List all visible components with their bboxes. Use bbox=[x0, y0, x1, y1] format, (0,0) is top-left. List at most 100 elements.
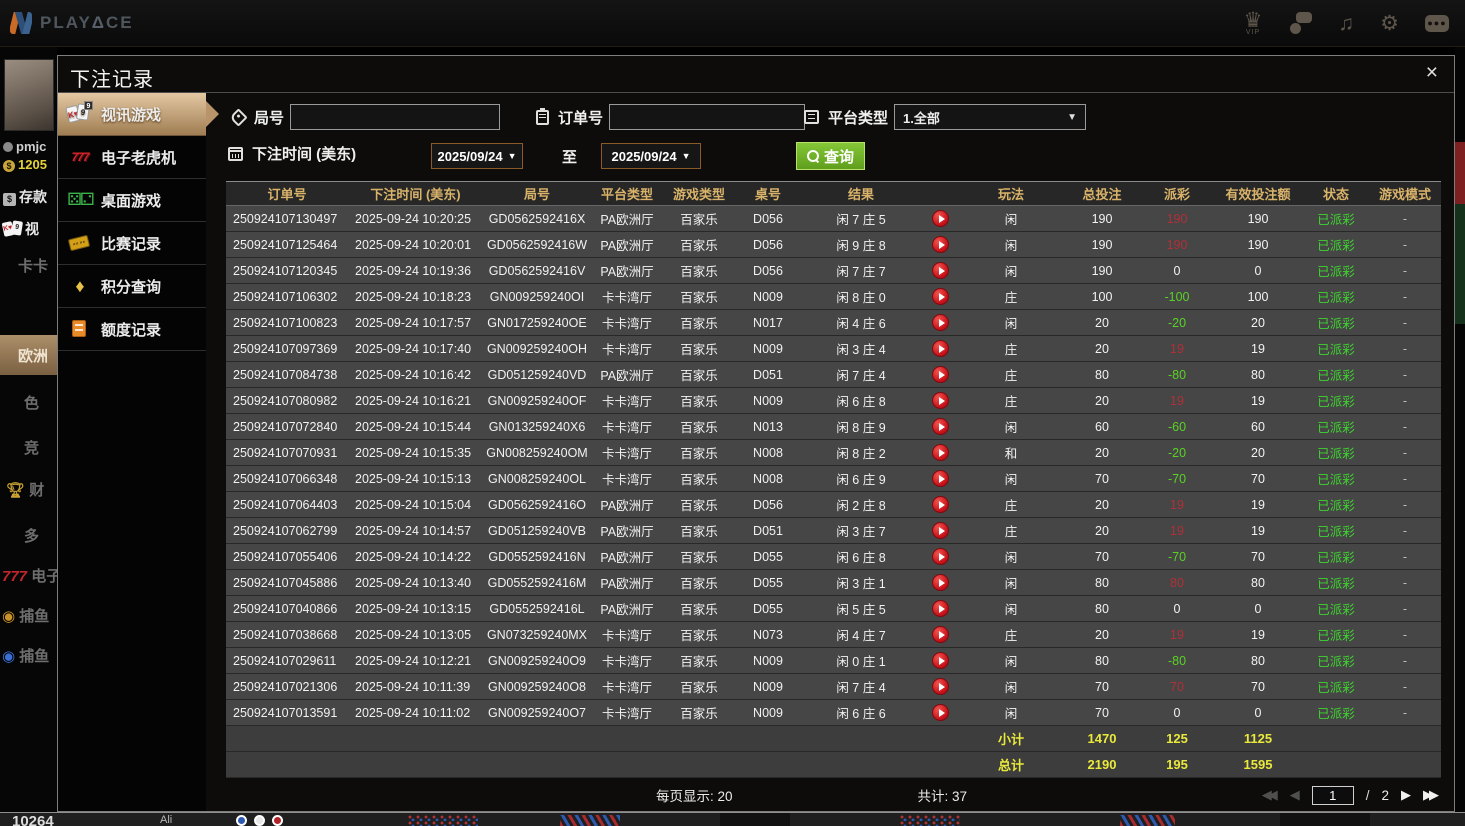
cell-platform: 卡卡湾厅 bbox=[591, 647, 663, 674]
menu-item-quota-records[interactable]: 额度记录 bbox=[58, 308, 206, 351]
table-thumb bbox=[720, 813, 790, 826]
bet-time-filter-label: 下注时间 (美东) bbox=[228, 143, 356, 164]
video-play-icon[interactable] bbox=[931, 652, 949, 669]
cell-platform: PA欧洲厅 bbox=[591, 569, 663, 596]
video-play-icon[interactable] bbox=[931, 470, 949, 487]
date-to-select[interactable]: 2025/09/24 ▼ bbox=[601, 143, 701, 169]
close-icon[interactable]: × bbox=[1426, 62, 1438, 83]
cell-video[interactable] bbox=[921, 231, 959, 258]
video-play-icon[interactable] bbox=[931, 600, 949, 617]
sidebar-item-fishing-gold[interactable]: ◉ 捕鱼 bbox=[2, 605, 49, 626]
order-input[interactable] bbox=[609, 104, 806, 130]
last-page-button[interactable]: ▶▶ bbox=[1423, 787, 1439, 803]
cell-result: 闲 6 庄 6 bbox=[801, 699, 921, 726]
date-from-select[interactable]: 2025/09/24 ▼ bbox=[431, 143, 523, 169]
sidebar-item-europe[interactable]: 欧洲 bbox=[18, 345, 48, 366]
video-play-icon[interactable] bbox=[931, 678, 949, 695]
video-play-icon[interactable] bbox=[931, 288, 949, 305]
video-play-icon[interactable] bbox=[931, 340, 949, 357]
video-play-icon[interactable] bbox=[931, 262, 949, 279]
cell-game-type: 百家乐 bbox=[663, 673, 735, 700]
menu-item-table-games[interactable]: ⚄⚁ 桌面游戏 bbox=[58, 179, 206, 222]
menu-item-match-records[interactable]: 比赛记录 bbox=[58, 222, 206, 265]
prev-page-button[interactable]: ◀ bbox=[1290, 787, 1300, 803]
sidebar-item-trophy[interactable]: 🏆︎ 财 bbox=[6, 479, 44, 500]
sidebar-item-duo[interactable]: 多 bbox=[24, 525, 39, 546]
grand-total-valid-bet: 1595 bbox=[1213, 751, 1303, 778]
video-play-icon[interactable] bbox=[931, 366, 949, 383]
cell-bet-time: 2025-09-24 10:13:15 bbox=[348, 595, 483, 622]
deposit-button[interactable]: $ 存款 bbox=[3, 187, 47, 207]
table-row: 250924107100823 2025-09-24 10:17:57 GN0172… bbox=[226, 309, 1441, 336]
round-input[interactable] bbox=[290, 104, 501, 130]
cell-video[interactable] bbox=[921, 543, 959, 570]
cell-payout: -80 bbox=[1141, 361, 1213, 388]
cell-video[interactable] bbox=[921, 517, 959, 544]
sidebar-item-video[interactable]: K♥ 9 视 bbox=[1, 219, 39, 239]
cell-video[interactable] bbox=[921, 283, 959, 310]
cell-video[interactable] bbox=[921, 699, 959, 726]
cell-video[interactable] bbox=[921, 413, 959, 440]
platform-select[interactable]: 1.全部 ▼ bbox=[894, 104, 1087, 130]
video-play-icon[interactable] bbox=[931, 522, 949, 539]
video-play-icon[interactable] bbox=[931, 574, 949, 591]
next-page-button[interactable]: ▶ bbox=[1401, 787, 1411, 803]
cell-table-no: D056 bbox=[735, 491, 801, 518]
video-play-icon[interactable] bbox=[931, 236, 949, 253]
first-page-button[interactable]: ◀◀ bbox=[1262, 787, 1278, 803]
video-play-icon[interactable] bbox=[931, 496, 949, 513]
video-play-icon[interactable] bbox=[931, 314, 949, 331]
sidebar-item-se[interactable]: 色 bbox=[24, 392, 39, 413]
cell-result: 闲 4 庄 6 bbox=[801, 309, 921, 336]
cell-video[interactable] bbox=[921, 205, 959, 232]
cell-video[interactable] bbox=[921, 647, 959, 674]
chat-messages-icon[interactable]: ●●● bbox=[1425, 14, 1449, 32]
page-number-input[interactable]: 1 bbox=[1311, 785, 1354, 805]
cell-video[interactable] bbox=[921, 361, 959, 388]
sidebar-item-slots[interactable]: 777 电子 bbox=[2, 565, 57, 586]
customer-service-icon[interactable] bbox=[1288, 12, 1313, 34]
menu-item-slots[interactable]: 777 电子老虎机 bbox=[58, 136, 206, 179]
cell-video[interactable] bbox=[921, 491, 959, 518]
video-play-icon[interactable] bbox=[931, 626, 949, 643]
sidebar-item-jing[interactable]: 竞 bbox=[24, 437, 39, 458]
cell-payout: 19 bbox=[1141, 335, 1213, 362]
cell-round-id: GN013259240X6 bbox=[483, 413, 591, 440]
cell-game-type: 百家乐 bbox=[663, 231, 735, 258]
video-play-icon[interactable] bbox=[931, 418, 949, 435]
user-avatar[interactable] bbox=[4, 59, 54, 131]
cell-video[interactable] bbox=[921, 335, 959, 362]
cell-table-no: D055 bbox=[735, 569, 801, 596]
menu-item-points-query[interactable]: ♦ 积分查询 bbox=[58, 265, 206, 308]
cell-video[interactable] bbox=[921, 465, 959, 492]
menu-item-video-games[interactable]: K♥ 9 9 视讯游戏 bbox=[58, 93, 219, 136]
music-icon[interactable]: ♫ bbox=[1338, 13, 1354, 34]
cell-video[interactable] bbox=[921, 257, 959, 284]
sidebar-item-kaka[interactable]: 卡卡 bbox=[18, 255, 48, 276]
cell-video[interactable] bbox=[921, 621, 959, 648]
settings-gear-icon[interactable]: ⚙ bbox=[1380, 13, 1399, 34]
video-play-icon[interactable] bbox=[931, 548, 949, 565]
cell-bet-time: 2025-09-24 10:20:01 bbox=[348, 231, 483, 258]
video-play-icon[interactable] bbox=[931, 392, 949, 409]
cell-video[interactable] bbox=[921, 387, 959, 414]
cell-video[interactable] bbox=[921, 595, 959, 622]
vip-crown-icon[interactable]: ♛ VIP bbox=[1244, 10, 1263, 36]
cell-video[interactable] bbox=[921, 569, 959, 596]
video-play-icon[interactable] bbox=[931, 704, 949, 721]
cell-result: 闲 6 庄 9 bbox=[801, 465, 921, 492]
cell-game-mode: - bbox=[1369, 309, 1441, 336]
cell-video[interactable] bbox=[921, 673, 959, 700]
video-play-icon[interactable] bbox=[931, 210, 949, 227]
dice-icon: ⚄⚁ bbox=[67, 190, 95, 209]
video-play-icon[interactable] bbox=[931, 444, 949, 461]
cell-status: 已派彩 bbox=[1303, 283, 1369, 310]
cell-video[interactable] bbox=[921, 309, 959, 336]
table-row: 250924107021306 2025-09-24 10:11:39 GN0092… bbox=[226, 673, 1441, 700]
search-button[interactable]: 查询 bbox=[796, 142, 866, 170]
cell-game-type: 百家乐 bbox=[663, 699, 735, 726]
cell-video[interactable] bbox=[921, 439, 959, 466]
header-status: 状态 bbox=[1303, 181, 1369, 206]
cell-play: 庄 bbox=[959, 491, 1063, 518]
sidebar-item-fishing-blue[interactable]: ◉ 捕鱼 bbox=[2, 645, 49, 666]
